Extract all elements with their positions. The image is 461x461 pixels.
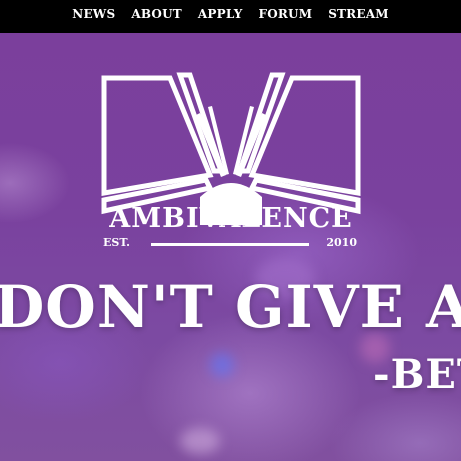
nav-item-stream[interactable]: STREAM [328, 7, 389, 21]
background-light [180, 428, 220, 454]
est-year: 2010 [326, 236, 357, 249]
background-light [210, 353, 234, 377]
hero-quote: DON'T GIVE A F [0, 273, 461, 341]
hero-attribution: -BET [373, 351, 461, 398]
logo-wordmark: AMBIVALENCE [109, 203, 353, 234]
nav-item-about[interactable]: ABOUT [131, 7, 182, 21]
top-navigation: NEWS ABOUT APPLY FORUM STREAM [0, 0, 461, 33]
nav-item-apply[interactable]: APPLY [198, 7, 243, 21]
est-divider [151, 243, 309, 246]
logo-established: EST. 2010 [103, 236, 357, 250]
est-label: EST. [103, 236, 130, 249]
nav-item-forum[interactable]: FORUM [258, 7, 312, 21]
nav-item-news[interactable]: NEWS [72, 7, 115, 21]
hero-banner: AMBIVALENCE EST. 2010 DON'T GIVE A F -BE… [0, 33, 461, 461]
